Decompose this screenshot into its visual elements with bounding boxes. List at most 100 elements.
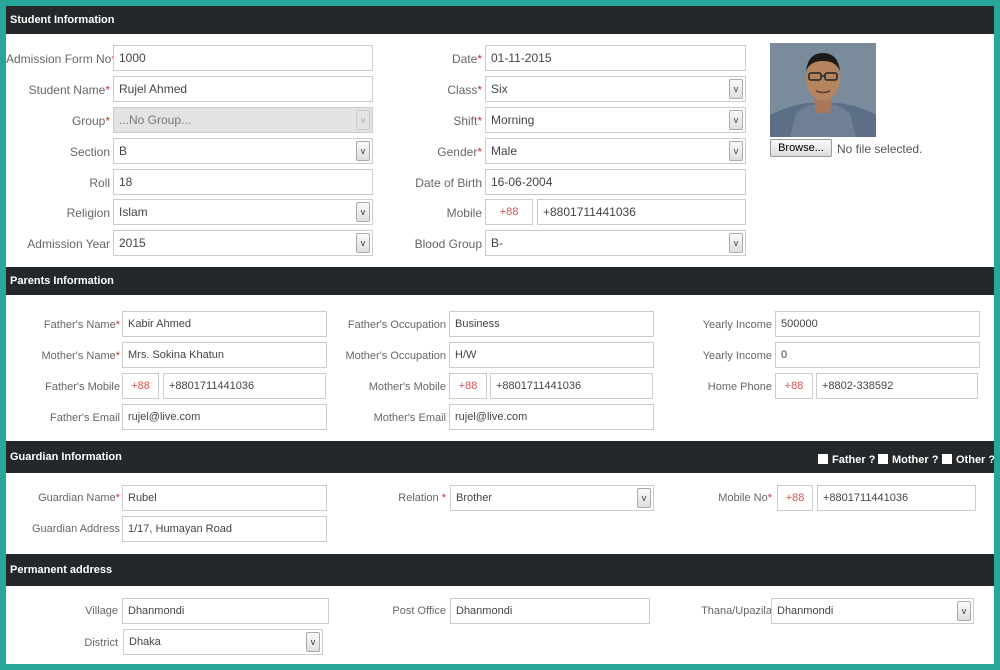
chevron-down-icon: v: [637, 488, 651, 508]
admission-year-label: Admission Year: [27, 237, 110, 251]
mobile-prefix: +88: [485, 199, 533, 225]
mother-mobile-label: Mother's Mobile: [368, 381, 446, 393]
student-information-header: Student Information: [6, 6, 994, 34]
section-value: B: [119, 144, 128, 158]
group-select[interactable]: ...No Group... v: [113, 107, 373, 133]
shift-label: Shift*: [453, 114, 482, 128]
checkbox-icon: [818, 454, 828, 464]
gender-label: Gender*: [437, 145, 482, 159]
religion-label: Religion: [66, 206, 110, 220]
guardian-mobile-input[interactable]: +8801711441036: [817, 485, 976, 511]
father-checkbox-label: Father ?: [832, 454, 876, 466]
section-label: Section: [69, 145, 110, 159]
father-mobile-input[interactable]: +8801711441036: [163, 373, 326, 399]
admission-form-no-label: Admission Form No*: [6, 52, 116, 66]
yearly-income-label: Yearly Income: [702, 319, 772, 331]
religion-value: Islam: [119, 205, 148, 219]
district-select[interactable]: Dhaka v: [123, 629, 323, 655]
mother-name-label: Mother's Name*: [41, 350, 120, 362]
father-email-label: Father's Email: [50, 412, 120, 424]
father-mobile-label: Father's Mobile: [45, 381, 120, 393]
thana-upazila-select[interactable]: Dhanmondi v: [771, 598, 974, 624]
admission-year-select[interactable]: 2015 v: [113, 230, 373, 256]
mobile-input[interactable]: +8801711441036: [537, 199, 746, 225]
browse-button[interactable]: Browse...: [770, 139, 832, 157]
date-input[interactable]: 01-11-2015: [485, 45, 746, 71]
chevron-down-icon: v: [729, 141, 743, 161]
guardian-address-input[interactable]: 1/17, Humayan Road: [122, 516, 327, 542]
chevron-down-icon: v: [957, 601, 971, 621]
permanent-address-header: Permanent address: [6, 554, 994, 586]
relation-label: Relation *: [398, 492, 446, 504]
father-occupation-label: Father's Occupation: [347, 319, 446, 331]
admission-form: Student Information Admission Form No* 1…: [6, 6, 994, 664]
roll-label: Roll: [89, 176, 110, 190]
group-label: Group*: [71, 114, 110, 128]
mother-mobile-prefix: +88: [449, 373, 487, 399]
group-value: ...No Group...: [119, 113, 192, 127]
father-name-label: Father's Name*: [43, 319, 120, 331]
date-of-birth-input[interactable]: 16-06-2004: [485, 169, 746, 195]
relation-value: Brother: [456, 492, 493, 504]
mother-mobile-input[interactable]: +8801711441036: [490, 373, 653, 399]
person-avatar-icon: [770, 43, 876, 137]
guardian-name-label: Guardian Name*: [38, 492, 120, 504]
father-mobile-prefix: +88: [122, 373, 159, 399]
shift-select[interactable]: Morning v: [485, 107, 746, 133]
no-file-selected-text: No file selected.: [837, 142, 923, 156]
relation-select[interactable]: Brother v: [450, 485, 654, 511]
thana-upazila-label: Thana/Upazila: [701, 605, 772, 617]
home-phone-prefix: +88: [775, 373, 813, 399]
student-name-input[interactable]: Rujel Ahmed: [113, 76, 373, 102]
mobile-label: Mobile: [446, 206, 482, 220]
home-phone-label: Home Phone: [707, 381, 772, 393]
shift-value: Morning: [491, 113, 535, 127]
yearly-income-input-2[interactable]: 0: [775, 342, 980, 368]
mother-occupation-label: Mother's Occupation: [345, 350, 446, 362]
mother-occupation-input[interactable]: H/W: [449, 342, 654, 368]
yearly-income-label-2: Yearly Income: [702, 350, 772, 362]
father-email-input[interactable]: rujel@live.com: [122, 404, 327, 430]
mother-name-input[interactable]: Mrs. Sokina Khatun: [122, 342, 327, 368]
gender-value: Male: [491, 144, 518, 158]
father-occupation-input[interactable]: Business: [449, 311, 654, 337]
mother-email-input[interactable]: rujel@live.com: [449, 404, 654, 430]
chevron-down-icon: v: [306, 632, 320, 652]
checkbox-icon: [878, 454, 888, 464]
class-select[interactable]: Six v: [485, 76, 746, 102]
admission-year-value: 2015: [119, 236, 146, 250]
religion-select[interactable]: Islam v: [113, 199, 373, 225]
parents-information-header: Parents Information: [6, 267, 994, 295]
class-label: Class*: [447, 83, 482, 97]
home-phone-input[interactable]: +8802-338592: [816, 373, 978, 399]
date-of-birth-label: Date of Birth: [415, 176, 482, 190]
chevron-down-icon: v: [356, 202, 370, 222]
post-office-input[interactable]: Dhanmondi: [450, 598, 650, 624]
other-checkbox-label: Other ?: [956, 454, 994, 466]
mother-checkbox[interactable]: Mother ?: [878, 454, 938, 466]
guardian-name-input[interactable]: Rubel: [122, 485, 327, 511]
student-name-label: Student Name*: [28, 83, 110, 97]
chevron-down-icon: v: [356, 110, 370, 130]
guardian-mobile-label: Mobile No*: [718, 492, 772, 504]
admission-form-no-input[interactable]: 1000: [113, 45, 373, 71]
blood-group-select[interactable]: B-v: [485, 230, 746, 256]
thana-value: Dhanmondi: [777, 605, 834, 617]
guardian-mobile-prefix: +88: [777, 485, 813, 511]
gender-select[interactable]: Male v: [485, 138, 746, 164]
father-name-input[interactable]: Kabir Ahmed: [122, 311, 327, 337]
roll-input[interactable]: 18: [113, 169, 373, 195]
date-label: Date*: [451, 52, 482, 66]
father-checkbox[interactable]: Father ?: [818, 454, 875, 466]
mother-checkbox-label: Mother ?: [892, 454, 939, 466]
chevron-down-icon: v: [356, 141, 370, 161]
checkbox-icon: [942, 454, 952, 464]
village-input[interactable]: Dhanmondi: [122, 598, 329, 624]
other-checkbox[interactable]: Other ?: [942, 454, 994, 466]
chevron-down-icon: v: [729, 233, 743, 253]
mother-email-label: Mother's Email: [373, 412, 446, 424]
post-office-label: Post Office: [392, 605, 446, 617]
section-select[interactable]: Bv: [113, 138, 373, 164]
yearly-income-input[interactable]: 500000: [775, 311, 980, 337]
blood-group-value: B-: [491, 236, 503, 250]
